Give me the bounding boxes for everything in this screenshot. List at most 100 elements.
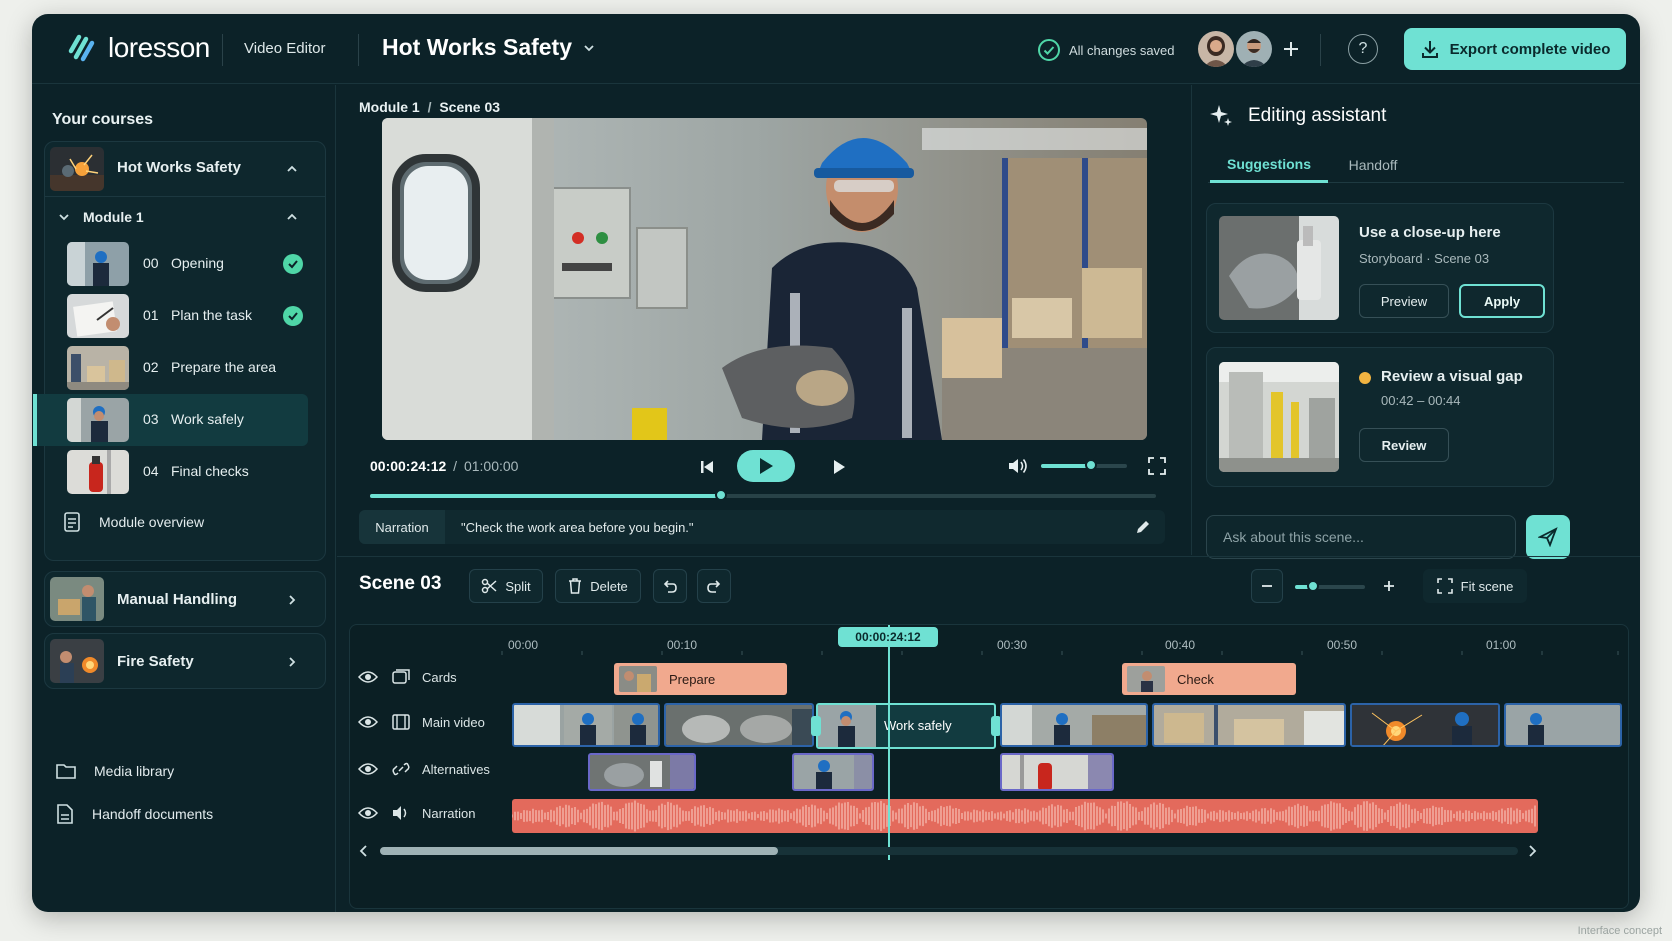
scene-item[interactable]: 01 Plan the task (45, 290, 325, 342)
horizontal-scrollbar[interactable] (380, 847, 1518, 855)
zoom-out-button[interactable] (1251, 569, 1283, 603)
alternative-clip[interactable] (1000, 753, 1114, 791)
project-title-dropdown[interactable]: Hot Works Safety (382, 34, 596, 61)
volume-slider[interactable] (1041, 459, 1127, 471)
scrub-handle[interactable] (715, 489, 728, 501)
eye-icon[interactable] (358, 762, 378, 776)
cards-icon (392, 669, 410, 684)
zoom-in-button[interactable] (1373, 569, 1405, 603)
scissors-icon (482, 578, 497, 594)
video-clip-selected[interactable]: Work safely (816, 703, 996, 749)
chevron-left-icon (359, 845, 367, 857)
play-button[interactable] (737, 450, 795, 482)
scene-item[interactable]: 00 Opening (45, 238, 325, 290)
media-library-link[interactable]: Media library (56, 762, 174, 780)
handoff-documents-link[interactable]: Handoff documents (56, 804, 213, 824)
help-button[interactable]: ? (1348, 34, 1378, 64)
zoom-slider[interactable] (1295, 580, 1365, 592)
breadcrumb-module[interactable]: Module 1 (359, 99, 420, 115)
step-forward-icon (834, 460, 845, 474)
scroll-left-button[interactable] (356, 843, 372, 859)
scene-item[interactable]: 04 Final checks (45, 446, 325, 498)
export-button[interactable]: Export complete video (1404, 28, 1626, 70)
avatar[interactable] (1196, 29, 1236, 69)
redo-button[interactable] (697, 569, 731, 603)
fullscreen-button[interactable] (1145, 454, 1169, 478)
fit-scene-button[interactable]: Fit scene (1423, 569, 1527, 603)
warning-dot-icon (1359, 372, 1371, 384)
plus-icon (1284, 42, 1298, 56)
preview-button[interactable]: Preview (1359, 284, 1449, 318)
chevron-up-icon (287, 213, 297, 220)
apply-button[interactable]: Apply (1459, 284, 1545, 318)
alternative-clip[interactable] (588, 753, 696, 791)
video-clip[interactable] (1504, 703, 1622, 747)
volume-handle[interactable] (1084, 459, 1097, 471)
scrollbar-thumb[interactable] (380, 847, 778, 855)
video-clip[interactable] (1000, 703, 1148, 747)
scrub-bar[interactable] (370, 489, 1156, 501)
completed-icon (283, 306, 303, 326)
scene-thumbnail (67, 346, 129, 390)
video-clip[interactable] (1152, 703, 1346, 747)
course-card-fire-safety[interactable]: Fire Safety (44, 633, 326, 689)
timecode: 00:00:24:12 / 01:00:00 (370, 458, 518, 474)
video-clip[interactable] (1350, 703, 1500, 747)
eye-icon[interactable] (358, 715, 378, 729)
eye-icon[interactable] (358, 670, 378, 684)
suggestion-subtitle: Storyboard · Scene 03 (1359, 251, 1490, 266)
scene-item-active[interactable]: 03 Work safely (33, 394, 308, 446)
video-clip[interactable] (512, 703, 660, 747)
narration-clip[interactable] (512, 799, 1538, 833)
send-icon (1538, 527, 1558, 547)
tab-handoff[interactable]: Handoff (1328, 147, 1418, 183)
step-forward-button[interactable] (827, 455, 851, 479)
trim-handle-left[interactable] (811, 716, 821, 736)
ask-input[interactable]: Ask about this scene... (1206, 515, 1516, 559)
play-icon (760, 458, 773, 474)
zoom-handle[interactable] (1306, 580, 1319, 592)
volume-button[interactable] (1005, 453, 1031, 479)
review-button[interactable]: Review (1359, 428, 1449, 462)
waveform-path (512, 800, 1536, 832)
module-overview-link[interactable]: Module overview (63, 512, 204, 532)
course-header[interactable]: Hot Works Safety (45, 142, 325, 196)
delete-button[interactable]: Delete (555, 569, 641, 603)
suggestion-thumbnail[interactable] (1219, 362, 1339, 472)
split-button[interactable]: Split (469, 569, 543, 603)
tab-suggestions[interactable]: Suggestions (1210, 147, 1328, 183)
skip-back-button[interactable] (695, 455, 719, 479)
scene-number: 00 (143, 255, 159, 271)
video-preview[interactable] (382, 118, 1147, 440)
eye-icon[interactable] (358, 806, 378, 820)
divider (222, 34, 223, 66)
undo-button[interactable] (653, 569, 687, 603)
scene-thumbnail (67, 450, 129, 494)
card-clip-check[interactable]: Check (1122, 663, 1296, 695)
send-button[interactable] (1526, 515, 1570, 559)
logo[interactable]: loresson (66, 32, 210, 64)
track-label-main-video: Main video (358, 714, 485, 730)
clip-thumbnail (1127, 666, 1165, 692)
preview-panel: Module 1 / Scene 03 00:00:24:12 / 01:00:… (337, 85, 1190, 555)
suggestion-title: Use a close-up here (1359, 224, 1501, 241)
scroll-right-button[interactable] (1524, 843, 1540, 859)
scene-item[interactable]: 02 Prepare the area (45, 342, 325, 394)
minus-icon (1262, 585, 1272, 587)
fullscreen-icon (1148, 457, 1166, 475)
avatar[interactable] (1234, 29, 1274, 69)
download-icon (1421, 41, 1438, 58)
card-clip-prepare[interactable]: Prepare (614, 663, 787, 695)
add-collaborator-button[interactable] (1278, 36, 1304, 62)
suggestion-thumbnail[interactable] (1219, 216, 1339, 320)
module-header[interactable]: Module 1 (45, 198, 325, 236)
chevron-right-icon (1529, 845, 1537, 857)
video-clip[interactable] (664, 703, 814, 747)
course-card-manual-handling[interactable]: Manual Handling (44, 571, 326, 627)
skip-back-icon (701, 461, 713, 473)
waveform (512, 800, 1536, 832)
playhead[interactable] (888, 625, 890, 860)
edit-narration-button[interactable] (1133, 517, 1153, 537)
breadcrumb-separator: / (427, 99, 432, 115)
alternative-clip[interactable] (792, 753, 874, 791)
